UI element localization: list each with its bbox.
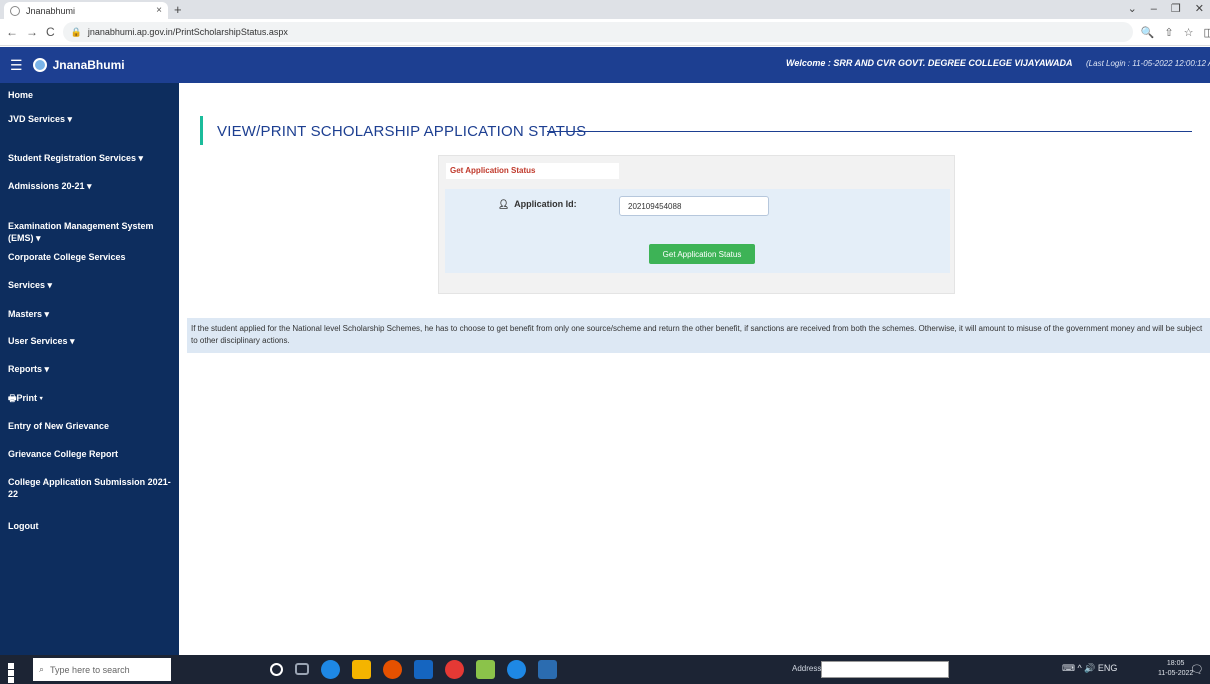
zoom-icon[interactable]: 🔍	[1141, 26, 1155, 39]
notification-icon[interactable]: 🗨	[1190, 663, 1204, 676]
brand-name[interactable]: JnanaBhumi	[53, 58, 125, 72]
edge-icon[interactable]	[321, 660, 340, 679]
clock-date: 11-05-2022	[1158, 670, 1194, 677]
logo-icon	[32, 58, 47, 72]
store-icon[interactable]	[414, 660, 433, 679]
forward-button[interactable]: →	[26, 25, 38, 39]
title-accent-bar	[200, 116, 203, 145]
application-id-input[interactable]	[619, 196, 769, 216]
taskbar-apps	[270, 660, 557, 679]
application-id-label: 👤︎ Application Id:	[498, 199, 577, 210]
panel-tab-get-status[interactable]: Get Application Status	[446, 163, 619, 179]
new-tab-button[interactable]: +	[174, 2, 182, 17]
clock[interactable]: 18:05 11-05-2022	[1158, 659, 1193, 679]
window-controls: ⌄ – ❐ ✕	[1128, 1, 1204, 17]
main-content: VIEW/PRINT SCHOLARSHIP APPLICATION STATU…	[179, 83, 1210, 655]
browser-tab-bar: Jnanabhumi × + ⌄ – ❐ ✕	[0, 0, 1210, 19]
firefox-icon[interactable]	[383, 660, 402, 679]
scholarship-notice: If the student applied for the National …	[187, 318, 1210, 353]
page-title: VIEW/PRINT SCHOLARSHIP APPLICATION STATU…	[217, 123, 587, 140]
app-icon[interactable]	[538, 660, 557, 679]
address-bar[interactable]: 🔒 jnanabhumi.ap.gov.in/PrintScholarshipS…	[62, 22, 1133, 42]
tab-search-icon[interactable]: ⌄	[1128, 1, 1137, 17]
clock-time: 18:05	[1166, 660, 1185, 667]
windows-start-icon[interactable]	[8, 663, 21, 683]
system-tray[interactable]: ⌨ ^ 🔊 ENG	[1062, 663, 1117, 674]
sidepanel-icon[interactable]: ◫	[1203, 26, 1210, 39]
tab-title: Jnanabhumi	[26, 5, 76, 16]
sidebar-item-admissions[interactable]: Admissions 20-21 ▾	[8, 180, 176, 192]
toolbar-icons: 🔍 ⇧ ☆ ◫ ⋮	[1141, 26, 1210, 39]
last-login-text: (Last Login : 11-05-2022 12:00:12 AM)	[1086, 59, 1210, 68]
cortana-icon[interactable]	[270, 663, 283, 676]
browser-tab[interactable]: Jnanabhumi ×	[4, 2, 168, 19]
sidebar-item-reports[interactable]: Reports ▾	[8, 363, 176, 375]
app-header: ☰ JnanaBhumi Welcome : SRR AND CVR GOVT.…	[0, 47, 1210, 83]
title-divider	[547, 131, 1192, 132]
get-application-status-button[interactable]: Get Application Status	[649, 244, 755, 264]
sidebar-item-grievance-report[interactable]: Grievance College Report	[8, 448, 176, 460]
sidebar-item-logout[interactable]: Logout	[8, 520, 176, 532]
address-toolbar-input[interactable]	[821, 661, 949, 678]
user-icon: 👤︎	[498, 199, 510, 209]
sidebar-item-student-registration[interactable]: Student Registration Services ▾	[8, 152, 176, 164]
address-toolbar-label: Address	[792, 664, 822, 673]
url-text: jnanabhumi.ap.gov.in/PrintScholarshipSta…	[87, 27, 288, 37]
reload-button[interactable]: C	[46, 25, 55, 39]
sidebar-item-home[interactable]: Home	[8, 89, 176, 101]
browser-toolbar: ← → C 🔒 jnanabhumi.ap.gov.in/PrintSchola…	[0, 19, 1210, 46]
sidebar-item-jvd-services[interactable]: JVD Services ▾	[8, 113, 176, 125]
globe-icon	[10, 5, 20, 16]
taskbar-search[interactable]: ⌕ Type here to search	[33, 658, 171, 681]
application-id-label-text: Application Id:	[514, 199, 577, 209]
lock-icon: 🔒	[70, 26, 82, 37]
sidebar-item-new-grievance[interactable]: Entry of New Grievance	[8, 420, 176, 432]
bookmark-star-icon[interactable]: ☆	[1184, 26, 1194, 39]
opera-icon[interactable]	[445, 660, 464, 679]
status-panel: Get Application Status 👤︎ Application Id…	[438, 155, 955, 294]
task-view-icon[interactable]	[295, 663, 309, 675]
sidebar-item-user-services[interactable]: User Services ▾	[8, 335, 176, 347]
close-window-button[interactable]: ✕	[1195, 1, 1204, 17]
sidebar-item-masters[interactable]: Masters ▾	[8, 308, 176, 320]
share-icon[interactable]: ⇧	[1164, 26, 1173, 39]
file-explorer-icon[interactable]	[352, 660, 371, 679]
sidebar-item-college-application[interactable]: College Application Submission 2021-22	[8, 476, 176, 500]
sidebar-item-print[interactable]: 🖶Print ▾	[8, 392, 176, 404]
minimize-button[interactable]: –	[1151, 1, 1157, 17]
close-tab-icon[interactable]: ×	[156, 5, 162, 16]
sidebar: Home JVD Services ▾ Student Registration…	[0, 83, 179, 655]
back-button[interactable]: ←	[6, 25, 18, 39]
sidebar-item-corporate-college[interactable]: Corporate College Services	[8, 251, 176, 263]
hamburger-menu-icon[interactable]: ☰	[10, 57, 23, 74]
sidebar-item-examination[interactable]: Examination Management System (EMS) ▾	[8, 220, 176, 244]
panel-form: 👤︎ Application Id: Get Application Statu…	[445, 189, 950, 273]
chrome-icon[interactable]	[507, 660, 526, 679]
photos-icon[interactable]	[476, 660, 495, 679]
welcome-text: Welcome : SRR AND CVR GOVT. DEGREE COLLE…	[786, 58, 1073, 68]
taskbar-search-placeholder: Type here to search	[50, 664, 130, 675]
taskbar: ⌕ Type here to search Address ⌨ ^ 🔊 ENG …	[0, 655, 1210, 684]
maximize-button[interactable]: ❐	[1171, 1, 1181, 17]
search-icon: ⌕	[39, 664, 45, 674]
sidebar-item-services[interactable]: Services ▾	[8, 279, 176, 291]
